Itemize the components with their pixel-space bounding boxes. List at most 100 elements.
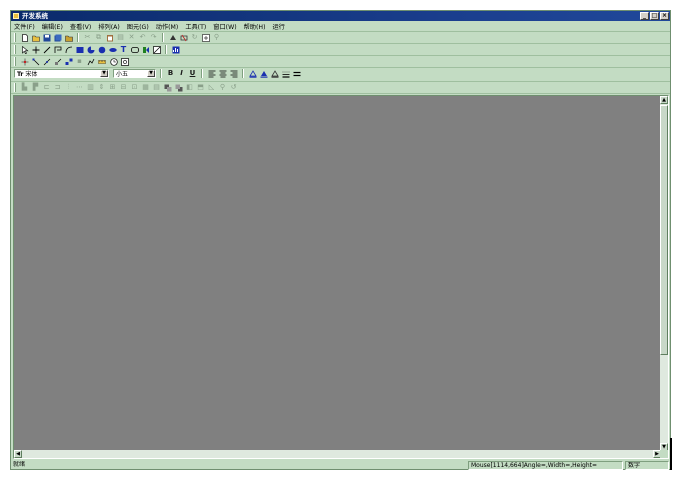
line-icon[interactable]	[42, 45, 51, 54]
menu-help[interactable]: 帮助(H)	[244, 22, 266, 31]
paste-icon[interactable]	[105, 33, 114, 42]
maximize-button[interactable]: □	[650, 12, 659, 20]
same-height-icon[interactable]: ⇕	[97, 83, 106, 92]
table-icon[interactable]: ▤	[152, 83, 161, 92]
text-color-icon[interactable]	[270, 69, 279, 78]
stretch-icon[interactable]	[86, 57, 95, 66]
space-horizontal-icon[interactable]: ⊞	[108, 83, 117, 92]
bitmap-icon[interactable]	[141, 45, 150, 54]
close-button[interactable]: ×	[660, 12, 669, 20]
chevron-down-icon[interactable]: ▼	[100, 70, 108, 77]
ellipse-icon[interactable]	[108, 45, 117, 54]
menu-run[interactable]: 运行	[272, 22, 284, 31]
connector-icon[interactable]	[42, 57, 51, 66]
vertical-scrollbar[interactable]: ▲ ▼	[660, 96, 668, 451]
undo-icon[interactable]: ↶	[138, 33, 147, 42]
menu-window[interactable]: 窗口(W)	[213, 22, 236, 31]
fill-color-icon[interactable]	[259, 69, 268, 78]
rotate-left-icon[interactable]: ◺	[207, 83, 216, 92]
rotate-icon[interactable]: ↻	[190, 33, 199, 42]
folder-icon[interactable]	[64, 33, 73, 42]
save-all-icon[interactable]	[53, 33, 62, 42]
scale-icon[interactable]	[53, 57, 62, 66]
italic-button[interactable]: I	[177, 69, 186, 78]
menu-file[interactable]: 文件(F)	[14, 22, 35, 31]
new-icon[interactable]	[20, 33, 29, 42]
toolbar-grip[interactable]	[14, 45, 16, 54]
font-size-select[interactable]: 小五 ▼	[113, 69, 156, 78]
rectangle-icon[interactable]	[75, 45, 84, 54]
circle-icon[interactable]	[97, 45, 106, 54]
polyline-icon[interactable]	[53, 45, 62, 54]
lock-icon[interactable]: ▪	[75, 57, 84, 66]
align-right-edge-icon[interactable]: ⊐	[53, 83, 62, 92]
cut-icon[interactable]: ✂	[83, 33, 92, 42]
grid-icon[interactable]: ▦	[141, 83, 150, 92]
same-width-icon[interactable]: ▥	[86, 83, 95, 92]
align-vcenter-icon[interactable]: ⫶	[64, 83, 73, 92]
redo-icon[interactable]: ↷	[149, 33, 158, 42]
scroll-left-arrow-icon[interactable]: ◀	[14, 450, 22, 458]
ungroup-icon[interactable]	[179, 33, 188, 42]
toolbar-grip[interactable]	[14, 57, 16, 66]
horizontal-scrollbar[interactable]: ◀ ▶	[14, 450, 661, 458]
delete-icon[interactable]: ✕	[127, 33, 136, 42]
pie-icon[interactable]	[86, 45, 95, 54]
menu-tools[interactable]: 工具(T)	[185, 22, 206, 31]
line-color-icon[interactable]	[248, 69, 257, 78]
line-width-icon[interactable]	[292, 69, 301, 78]
bring-front-icon[interactable]	[163, 83, 172, 92]
align-left-icon[interactable]	[207, 69, 216, 78]
align-right-icon[interactable]	[229, 69, 238, 78]
space-vertical-icon[interactable]: ⊟	[119, 83, 128, 92]
fit-icon[interactable]	[201, 33, 210, 42]
resize-icon[interactable]	[64, 57, 73, 66]
align-bottom-icon[interactable]: ▛	[31, 83, 40, 92]
flip-horizontal-icon[interactable]: ◧	[185, 83, 194, 92]
ruler-icon[interactable]	[97, 57, 107, 66]
format-painter-icon[interactable]: ▤	[116, 33, 125, 42]
menu-edit[interactable]: 编辑(E)	[42, 22, 63, 31]
send-back-icon[interactable]	[174, 83, 183, 92]
chevron-down-icon[interactable]: ▼	[147, 70, 155, 77]
chart-icon[interactable]	[171, 45, 180, 54]
rounded-rect-icon[interactable]	[130, 45, 139, 54]
refresh-icon[interactable]: ↺	[229, 83, 238, 92]
align-line-icon[interactable]	[31, 57, 40, 66]
title-bar[interactable]: 开发系统 _ □ ×	[11, 11, 670, 21]
toolbar-grip[interactable]	[14, 33, 16, 42]
arc-icon[interactable]	[64, 45, 73, 54]
clock-icon[interactable]	[109, 57, 118, 66]
center-page-icon[interactable]: ⊡	[130, 83, 139, 92]
align-center-icon[interactable]	[218, 69, 227, 78]
snap-icon[interactable]	[20, 57, 29, 66]
line-style-icon[interactable]	[281, 69, 290, 78]
text-icon[interactable]: T	[119, 45, 128, 54]
run-icon[interactable]: ⚲	[212, 33, 221, 42]
menu-view[interactable]: 查看(V)	[70, 22, 91, 31]
menu-arrange[interactable]: 排列(A)	[98, 22, 119, 31]
menu-graphics[interactable]: 图元(G)	[127, 22, 149, 31]
vertical-scroll-thumb[interactable]	[660, 105, 668, 355]
scroll-up-arrow-icon[interactable]: ▲	[660, 96, 668, 104]
align-left-edge-icon[interactable]: ⊏	[42, 83, 51, 92]
drawing-canvas[interactable]	[14, 96, 661, 451]
zoom-icon[interactable]: ⚲	[218, 83, 227, 92]
font-name-select[interactable]: Tr 宋体 ▼	[14, 69, 109, 78]
open-icon[interactable]	[31, 33, 40, 42]
underline-button[interactable]: U	[188, 69, 197, 78]
cross-icon[interactable]	[31, 45, 40, 54]
align-hcenter-icon[interactable]: ⋯	[75, 83, 84, 92]
pointer-icon[interactable]	[20, 45, 29, 54]
bold-button[interactable]: B	[166, 69, 175, 78]
copy-icon[interactable]: ⧉	[94, 33, 103, 42]
toolbar-grip[interactable]	[14, 83, 16, 92]
group-icon[interactable]	[168, 33, 177, 42]
save-icon[interactable]	[42, 33, 51, 42]
frame-icon[interactable]	[152, 45, 161, 54]
minimize-button[interactable]: _	[640, 12, 649, 20]
align-top-icon[interactable]: ▙	[20, 83, 29, 92]
flip-vertical-icon[interactable]: ⬒	[196, 83, 205, 92]
menu-action[interactable]: 动作(M)	[156, 22, 179, 31]
properties-icon[interactable]	[120, 57, 129, 66]
